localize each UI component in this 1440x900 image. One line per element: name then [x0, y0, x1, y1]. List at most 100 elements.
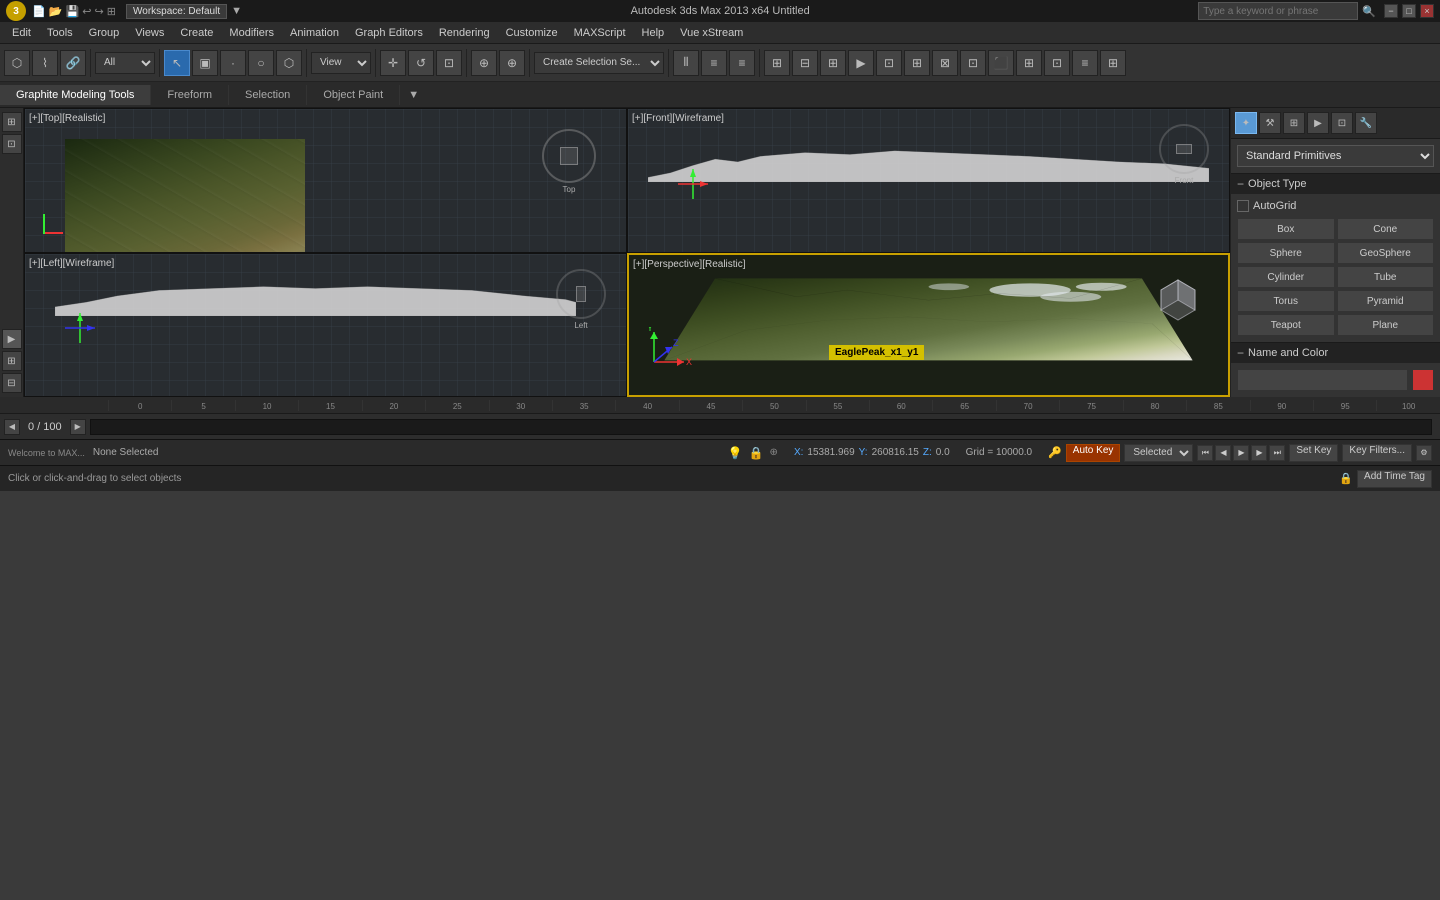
select-arrow-btn[interactable]: ↖: [164, 50, 190, 76]
set-key-button[interactable]: Set Key: [1289, 444, 1338, 462]
obj-btn-cone[interactable]: Cone: [1337, 218, 1435, 240]
select-fence-btn[interactable]: ⬡: [276, 50, 302, 76]
menu-edit[interactable]: Edit: [4, 25, 39, 41]
panel-create-icon[interactable]: ✦: [1235, 112, 1257, 134]
menu-tools[interactable]: Tools: [39, 25, 81, 41]
render-setup-btn[interactable]: ⊞: [820, 50, 846, 76]
panel-motion-icon[interactable]: ▶: [1307, 112, 1329, 134]
autogrid-checkbox[interactable]: [1237, 200, 1249, 212]
obj-btn-box[interactable]: Box: [1237, 218, 1335, 240]
scale-btn[interactable]: ⊡: [436, 50, 462, 76]
tools8-btn[interactable]: ⊞: [1100, 50, 1126, 76]
tools3-btn[interactable]: ⊡: [960, 50, 986, 76]
transport-start[interactable]: ⏮: [1197, 445, 1213, 461]
selected-dropdown[interactable]: Selected: [1124, 444, 1193, 462]
tools4-btn[interactable]: ⬛: [988, 50, 1014, 76]
filter-dropdown[interactable]: All: [95, 52, 155, 74]
tools6-btn[interactable]: ⊡: [1044, 50, 1070, 76]
menu-create[interactable]: Create: [172, 25, 221, 41]
angle-snap-btn[interactable]: ⊕: [499, 50, 525, 76]
close-button[interactable]: ×: [1420, 4, 1434, 18]
viewport-front[interactable]: [+][Front][Wireframe]: [627, 108, 1230, 253]
lt-btn-1[interactable]: ⊞: [2, 112, 22, 132]
scene-explorer-btn[interactable]: ⊟: [792, 50, 818, 76]
viewport-top[interactable]: [+][Top][Realistic] Top: [24, 108, 627, 253]
transport-next[interactable]: ▶: [1251, 445, 1267, 461]
select-point-btn[interactable]: ·: [220, 50, 246, 76]
move-btn[interactable]: ✛: [380, 50, 406, 76]
tools2-btn[interactable]: ⊠: [932, 50, 958, 76]
layer-mgr-btn[interactable]: ⊞: [764, 50, 790, 76]
link-btn[interactable]: 🔗: [60, 50, 86, 76]
tab-object-paint[interactable]: Object Paint: [307, 85, 400, 105]
auto-key-button[interactable]: Auto Key: [1066, 444, 1121, 462]
tab-selection[interactable]: Selection: [229, 85, 307, 105]
workspace-dropdown[interactable]: Workspace: Default ▼: [126, 4, 242, 19]
select-mode-btn[interactable]: ⬡: [4, 50, 30, 76]
select-region-btn[interactable]: ▣: [192, 50, 218, 76]
maximize-button[interactable]: □: [1402, 4, 1416, 18]
render-btn[interactable]: ▶: [848, 50, 874, 76]
snap-toggle-btn[interactable]: ⊕: [471, 50, 497, 76]
obj-btn-plane[interactable]: Plane: [1337, 314, 1435, 336]
menu-customize[interactable]: Customize: [498, 25, 566, 41]
align-btn[interactable]: ≡: [701, 50, 727, 76]
menu-group[interactable]: Group: [81, 25, 128, 41]
anim-render-btn[interactable]: ⊞: [904, 50, 930, 76]
menu-modifiers[interactable]: Modifiers: [221, 25, 282, 41]
lt-grid-btn[interactable]: ⊞: [2, 351, 22, 371]
lt-arrow-btn[interactable]: ▶: [2, 329, 22, 349]
primitives-dropdown[interactable]: Standard Primitives: [1237, 145, 1434, 167]
search-box[interactable]: 🔍: [1198, 2, 1376, 20]
obj-btn-tube[interactable]: Tube: [1337, 266, 1435, 288]
lt-grid2-btn[interactable]: ⊟: [2, 373, 22, 393]
name-color-header[interactable]: − Name and Color: [1231, 343, 1440, 363]
search-input[interactable]: [1198, 2, 1358, 20]
obj-btn-torus[interactable]: Torus: [1237, 290, 1335, 312]
transport-end[interactable]: ⏭: [1269, 445, 1285, 461]
menu-help[interactable]: Help: [634, 25, 673, 41]
selection-set-dropdown[interactable]: Create Selection Se...: [534, 52, 664, 74]
minimize-button[interactable]: −: [1384, 4, 1398, 18]
tools5-btn[interactable]: ⊞: [1016, 50, 1042, 76]
panel-display-icon[interactable]: ⊡: [1331, 112, 1353, 134]
time-config-btn[interactable]: ⚙: [1416, 445, 1432, 461]
menu-views[interactable]: Views: [127, 25, 172, 41]
tabs-more[interactable]: ▼: [400, 85, 427, 105]
view-dropdown[interactable]: View: [311, 52, 371, 74]
window-controls[interactable]: − □ ×: [1384, 4, 1434, 18]
menu-rendering[interactable]: Rendering: [431, 25, 498, 41]
mirror-btn[interactable]: ⫴: [673, 50, 699, 76]
tab-freeform[interactable]: Freeform: [151, 85, 229, 105]
viewport-left[interactable]: [+][Left][Wireframe]: [24, 253, 627, 398]
timeline-track[interactable]: [90, 419, 1432, 435]
menu-animation[interactable]: Animation: [282, 25, 347, 41]
obj-btn-geosphere[interactable]: GeoSphere: [1337, 242, 1435, 264]
transport-play[interactable]: ▶: [1233, 445, 1249, 461]
tl-next-btn[interactable]: ▶: [70, 419, 86, 435]
menu-maxscript[interactable]: MAXScript: [566, 25, 634, 41]
object-type-header[interactable]: − Object Type: [1231, 174, 1440, 194]
lasso-select-btn[interactable]: ⌇: [32, 50, 58, 76]
tab-graphite[interactable]: Graphite Modeling Tools: [0, 85, 151, 105]
select-circle-btn[interactable]: ○: [248, 50, 274, 76]
rotate-btn[interactable]: ↺: [408, 50, 434, 76]
render-frame-btn[interactable]: ⊡: [876, 50, 902, 76]
obj-btn-teapot[interactable]: Teapot: [1237, 314, 1335, 336]
tl-prev-btn[interactable]: ◀: [4, 419, 20, 435]
add-time-tag-btn[interactable]: Add Time Tag: [1357, 470, 1432, 488]
tools7-btn[interactable]: ≡: [1072, 50, 1098, 76]
color-swatch[interactable]: [1412, 369, 1434, 391]
obj-btn-cylinder[interactable]: Cylinder: [1237, 266, 1335, 288]
panel-modify-icon[interactable]: ⚒: [1259, 112, 1281, 134]
panel-utilities-icon[interactable]: 🔧: [1355, 112, 1377, 134]
transport-prev[interactable]: ◀: [1215, 445, 1231, 461]
viewport-perspective[interactable]: EaglePeak_x1_y1 [+][Perspective][Realist…: [627, 253, 1230, 398]
menu-graph-editors[interactable]: Graph Editors: [347, 25, 431, 41]
lt-btn-2[interactable]: ⊡: [2, 134, 22, 154]
key-filters-button[interactable]: Key Filters...: [1342, 444, 1412, 462]
panel-hierarchy-icon[interactable]: ⊞: [1283, 112, 1305, 134]
obj-btn-sphere[interactable]: Sphere: [1237, 242, 1335, 264]
align-opts-btn[interactable]: ≡: [729, 50, 755, 76]
menu-vue-xstream[interactable]: Vue xStream: [672, 25, 751, 41]
